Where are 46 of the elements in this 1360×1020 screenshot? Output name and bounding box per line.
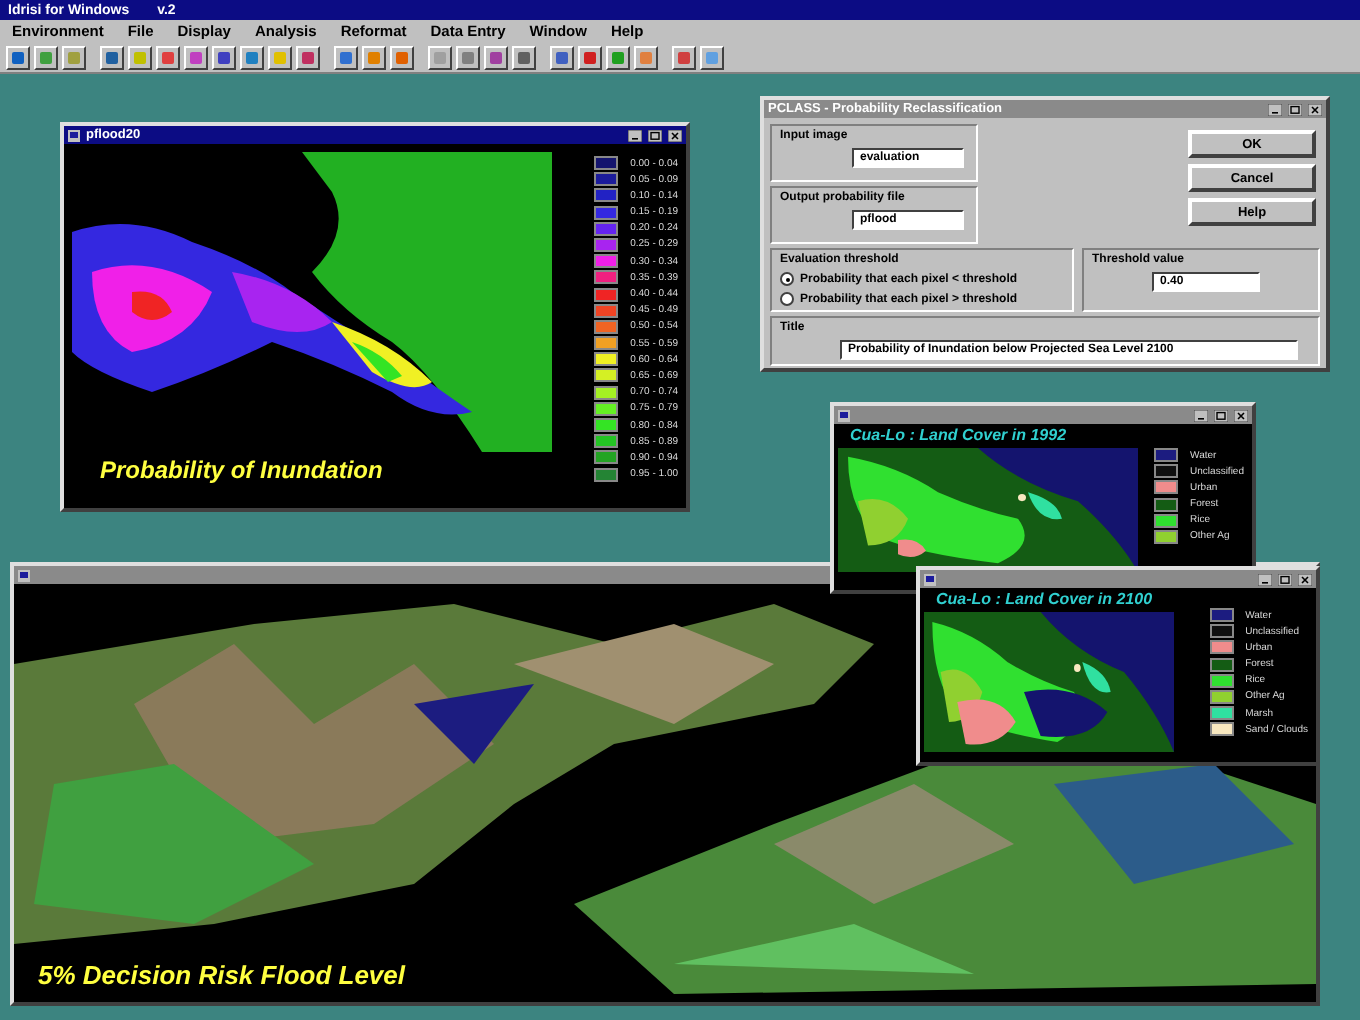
toolbar-button[interactable] <box>128 45 152 69</box>
toolbar-button[interactable] <box>212 45 236 69</box>
maximize-icon[interactable] <box>1214 409 1228 421</box>
toolbar-button[interactable] <box>184 45 208 69</box>
maximize-icon[interactable] <box>1278 573 1292 585</box>
toolbar-button[interactable] <box>634 45 658 69</box>
close-icon[interactable] <box>1308 103 1322 115</box>
close-icon[interactable] <box>668 129 682 141</box>
toolbar-button[interactable] <box>156 45 180 69</box>
map-caption: Probability of Inundation <box>100 456 383 484</box>
toolbar-button[interactable] <box>240 45 264 69</box>
minimize-icon[interactable] <box>1258 573 1272 585</box>
map-caption: Cua-Lo : Land Cover in 2100 <box>936 590 1153 608</box>
window-icon[interactable] <box>838 409 850 421</box>
toolbar-button[interactable] <box>456 45 480 69</box>
toolbar-button[interactable] <box>606 45 630 69</box>
toolbar-button[interactable] <box>390 45 414 69</box>
toolbar-button[interactable] <box>34 45 58 69</box>
minimize-icon[interactable] <box>1194 409 1208 421</box>
maximize-icon[interactable] <box>648 129 662 141</box>
toolbar-button[interactable] <box>512 45 536 69</box>
window-icon[interactable] <box>924 573 936 585</box>
toolbar-button[interactable] <box>296 45 320 69</box>
toolbar-button[interactable] <box>428 45 452 69</box>
radio-button[interactable] <box>780 292 794 306</box>
toolbar-button[interactable] <box>6 45 30 69</box>
radio-button[interactable] <box>780 272 794 286</box>
maximize-icon[interactable] <box>1288 103 1302 115</box>
toolbar-button[interactable] <box>334 45 358 69</box>
toolbar-button[interactable] <box>62 45 86 69</box>
terrain-caption: 5% Decision Risk Flood Level <box>38 960 405 990</box>
toolbar-button[interactable] <box>672 45 696 69</box>
minimize-icon[interactable] <box>628 129 642 141</box>
close-icon[interactable] <box>1298 573 1312 585</box>
toolbar-button[interactable] <box>362 45 386 69</box>
toolbar-button[interactable] <box>268 45 292 69</box>
window-icon[interactable] <box>68 129 80 141</box>
map-caption: Cua-Lo : Land Cover in 1992 <box>850 426 1067 444</box>
toolbar-button[interactable] <box>578 45 602 69</box>
toolbar-button[interactable] <box>700 45 724 69</box>
toolbar-button[interactable] <box>550 45 574 69</box>
close-icon[interactable] <box>1234 409 1248 421</box>
window-icon[interactable] <box>18 569 30 581</box>
toolbar-button[interactable] <box>100 45 124 69</box>
minimize-icon[interactable] <box>1268 103 1282 115</box>
toolbar-button[interactable] <box>484 45 508 69</box>
